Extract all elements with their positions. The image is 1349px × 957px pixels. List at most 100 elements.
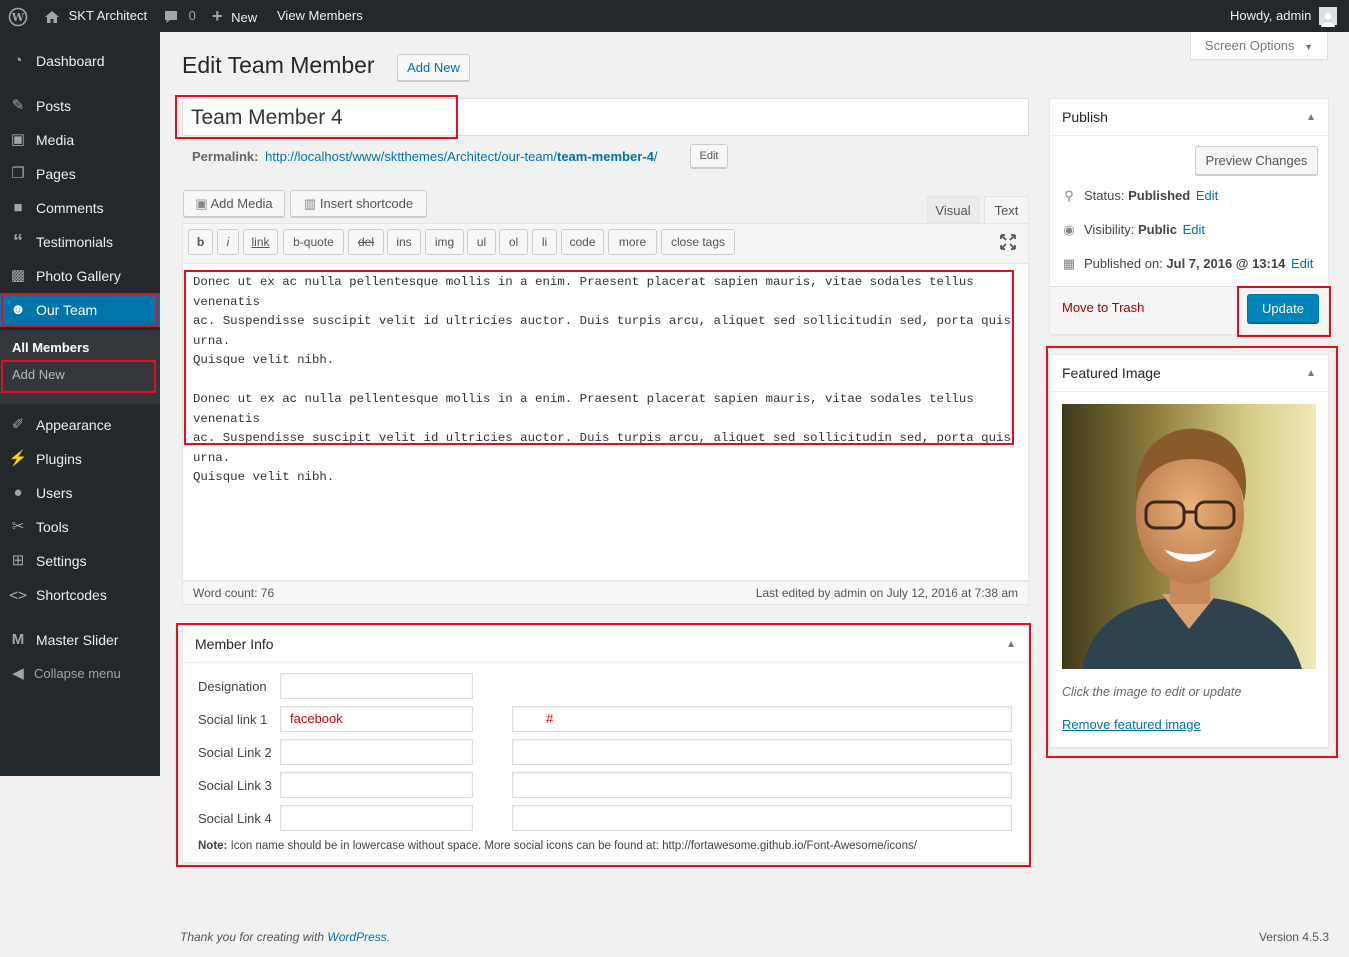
- caret-down-icon: ▼: [1304, 42, 1314, 52]
- qt-link-button[interactable]: link: [243, 229, 278, 255]
- new-label: New: [231, 10, 258, 25]
- sidebar-item-label: Photo Gallery: [36, 268, 121, 284]
- pin-icon: ✎: [11, 97, 25, 114]
- permalink-link[interactable]: http://localhost/www/sktthemes/Architect…: [265, 149, 657, 164]
- add-new-button[interactable]: Add New: [397, 54, 470, 81]
- sidebar-item-label: Comments: [36, 200, 104, 216]
- permalink-label: Permalink:: [192, 149, 259, 164]
- qt-italic-button[interactable]: i: [217, 229, 239, 255]
- qt-img-button[interactable]: img: [425, 229, 464, 255]
- status-value: Published: [1128, 188, 1191, 203]
- settings-icon: ⊞: [11, 552, 25, 569]
- permalink-base: http://localhost/www/sktthemes/Architect…: [265, 149, 557, 164]
- footer-thanks: Thank you for creating with WordPress.: [180, 930, 390, 944]
- collapse-arrow-icon[interactable]: ▲: [1306, 99, 1316, 136]
- move-to-trash-link[interactable]: Move to Trash: [1062, 300, 1144, 315]
- tab-text[interactable]: Text: [984, 196, 1029, 224]
- highlight-update: [1237, 286, 1331, 337]
- gallery-icon: ▩: [10, 267, 26, 284]
- dashboard-icon: ◔: [13, 52, 23, 69]
- permalink-row: Permalink: http://localhost/www/skttheme…: [192, 149, 657, 164]
- plus-icon: +: [212, 6, 223, 26]
- submenu-all-members[interactable]: All Members: [12, 340, 89, 355]
- sidebar-item-master-slider[interactable]: M Master Slider: [0, 623, 160, 657]
- date-edit-link[interactable]: Edit: [1291, 256, 1313, 271]
- highlight-member-info: [176, 623, 1031, 867]
- footer-version: Version 4.5.3: [1258, 930, 1329, 944]
- fullscreen-icon[interactable]: [999, 233, 1017, 251]
- visibility-value: Public: [1137, 222, 1177, 237]
- highlight-content: [184, 270, 1014, 445]
- add-media-button[interactable]: ▣ Add Media: [183, 190, 285, 217]
- home-icon: [45, 10, 59, 23]
- footer-thanks-text: Thank you for creating with: [180, 930, 328, 944]
- comment-bubble-icon: [165, 10, 177, 23]
- add-media-label: Add Media: [210, 196, 273, 211]
- sidebar-item-dashboard[interactable]: ◔ Dashboard: [0, 44, 160, 78]
- highlight-our-team: [1, 293, 158, 327]
- admin-bar: W SKT Architect 0 + New View Members How…: [0, 0, 1349, 32]
- page-title: Edit Team Member: [182, 52, 375, 78]
- shortcode-icon: ▥: [303, 196, 317, 211]
- insert-shortcode-button[interactable]: ▥ Insert shortcode: [290, 190, 427, 217]
- screen-options-button[interactable]: Screen Options ▼: [1190, 32, 1328, 60]
- qt-li-button[interactable]: li: [532, 229, 557, 255]
- collapse-icon: ◀: [12, 665, 24, 682]
- sidebar-item-label: Testimonials: [36, 234, 114, 250]
- comments-link[interactable]: 0: [163, 0, 196, 32]
- sidebar-item-tools[interactable]: ✂ Tools: [0, 510, 160, 544]
- my-account-link[interactable]: Howdy, admin: [1230, 0, 1338, 32]
- qt-bquote-button[interactable]: b-quote: [283, 229, 344, 255]
- tab-visual[interactable]: Visual: [927, 196, 979, 223]
- qt-code-button[interactable]: code: [561, 229, 604, 255]
- sidebar-item-label: Plugins: [36, 451, 82, 467]
- view-members-link[interactable]: View Members: [277, 0, 363, 32]
- sidebar-item-appearance[interactable]: ✐ Appearance: [0, 408, 160, 442]
- visibility-edit-link[interactable]: Edit: [1183, 222, 1205, 237]
- wordpress-logo-icon[interactable]: W: [8, 0, 28, 32]
- word-count: Word count: 76: [193, 586, 275, 600]
- quote-icon: “: [13, 231, 23, 253]
- sidebar-item-shortcodes[interactable]: <> Shortcodes: [0, 578, 160, 612]
- sidebar-item-comments[interactable]: ■ Comments: [0, 191, 160, 225]
- calendar-icon: ▦: [1062, 256, 1076, 271]
- sidebar-item-label: Pages: [36, 166, 76, 182]
- sidebar-item-label: Shortcodes: [36, 587, 107, 603]
- sidebar-item-photo-gallery[interactable]: ▩ Photo Gallery: [0, 259, 160, 293]
- highlight-title: [175, 95, 458, 139]
- qt-bold-button[interactable]: b: [188, 229, 213, 255]
- sidebar-item-pages[interactable]: ❐ Pages: [0, 157, 160, 191]
- comments-count: 0: [188, 8, 196, 23]
- qt-close-tags-button[interactable]: close tags: [661, 229, 735, 255]
- status-edit-link[interactable]: Edit: [1196, 188, 1218, 203]
- qt-ul-button[interactable]: ul: [467, 229, 496, 255]
- comments-icon: ■: [13, 199, 23, 216]
- wordpress-link[interactable]: WordPress: [327, 930, 386, 944]
- sidebar-item-posts[interactable]: ✎ Posts: [0, 89, 160, 123]
- qt-ins-button[interactable]: ins: [387, 229, 421, 255]
- qt-del-button[interactable]: del: [348, 229, 384, 255]
- new-content-link[interactable]: + New: [212, 0, 257, 32]
- highlight-featured-image: [1046, 346, 1338, 758]
- add-media-icon: ▣: [195, 196, 208, 211]
- visibility-row: ◉ Visibility: Public Edit: [1060, 222, 1205, 238]
- publish-header[interactable]: Publish ▲: [1050, 99, 1328, 136]
- screen-options-label: Screen Options: [1204, 38, 1295, 53]
- status-row: ⚲ Status: Published Edit: [1060, 188, 1218, 204]
- last-edited: Last edited by admin on July 12, 2016 at…: [755, 586, 1018, 600]
- qt-ol-button[interactable]: ol: [499, 229, 528, 255]
- sidebar-item-plugins[interactable]: ⚡ Plugins: [0, 442, 160, 476]
- collapse-menu-button[interactable]: ◀ Collapse menu: [0, 657, 160, 691]
- permalink-edit-button[interactable]: Edit: [690, 144, 728, 168]
- sidebar-item-testimonials[interactable]: “ Testimonials: [0, 225, 160, 259]
- sidebar-item-settings[interactable]: ⊞ Settings: [0, 544, 160, 578]
- site-name-link[interactable]: SKT Architect: [44, 0, 147, 32]
- preview-changes-button[interactable]: Preview Changes: [1195, 146, 1318, 175]
- highlight-add-new: [1, 360, 156, 393]
- status-label: Status:: [1084, 188, 1129, 203]
- sidebar-item-users[interactable]: ● Users: [0, 476, 160, 510]
- wrench-icon: ✂: [11, 518, 25, 535]
- media-icon: ▣: [10, 131, 26, 148]
- qt-more-button[interactable]: more: [608, 229, 657, 255]
- sidebar-item-media[interactable]: ▣ Media: [0, 123, 160, 157]
